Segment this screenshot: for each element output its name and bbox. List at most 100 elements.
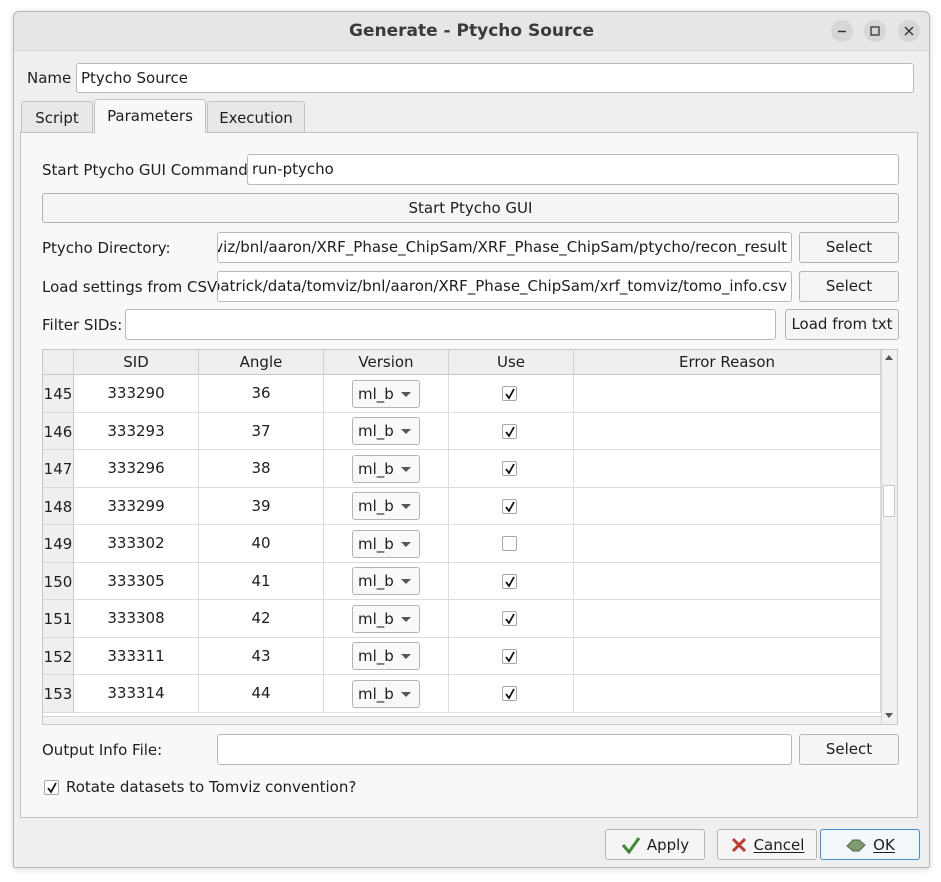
rotate-checkbox[interactable]	[44, 780, 59, 795]
version-dropdown[interactable]: ml_b	[352, 604, 420, 633]
cell-sid[interactable]: 333293	[74, 412, 199, 450]
cancel-label: Cancel	[753, 835, 805, 854]
cell-angle[interactable]: 43	[199, 637, 324, 675]
use-checkbox[interactable]	[502, 461, 517, 477]
cell-error-reason[interactable]	[574, 487, 881, 525]
cell-version: ml_b	[324, 375, 449, 413]
cell-sid[interactable]: 333314	[74, 675, 199, 713]
use-checkbox[interactable]	[502, 648, 517, 664]
version-dropdown[interactable]: ml_b	[352, 454, 420, 483]
use-checkbox[interactable]	[502, 498, 517, 514]
cell-angle[interactable]: 39	[199, 487, 324, 525]
load-from-txt-button[interactable]: Load from txt	[785, 309, 899, 340]
tab-execution[interactable]: Execution	[207, 101, 305, 133]
chevron-down-icon	[401, 654, 411, 660]
chevron-down-icon	[401, 466, 411, 472]
cell-angle[interactable]: 41	[199, 562, 324, 600]
row-number[interactable]: 152	[43, 637, 74, 675]
filter-sids-field[interactable]	[125, 309, 776, 340]
row-number[interactable]: 149	[43, 525, 74, 563]
use-checkbox[interactable]	[502, 386, 517, 402]
column-header-use[interactable]: Use	[449, 350, 574, 375]
version-dropdown[interactable]: ml_b	[352, 567, 420, 596]
version-value: ml_b	[358, 534, 394, 553]
version-dropdown[interactable]: ml_b	[352, 642, 420, 671]
row-number[interactable]: 146	[43, 412, 74, 450]
scrollbar-thumb[interactable]	[883, 485, 895, 517]
start-command-field[interactable]: run-ptycho	[247, 154, 899, 185]
cell-sid[interactable]: 333290	[74, 375, 199, 413]
scroll-down-icon[interactable]	[882, 710, 896, 722]
csv-field[interactable]: me/patrick/data/tomviz/bnl/aaron/XRF_Pha…	[217, 271, 792, 302]
ok-button[interactable]: OK	[820, 829, 920, 860]
column-header-angle[interactable]: Angle	[199, 350, 324, 375]
column-header-sid[interactable]: SID	[74, 350, 199, 375]
minimize-button[interactable]	[831, 20, 853, 42]
cell-sid[interactable]: 333308	[74, 600, 199, 638]
cell-angle[interactable]: 42	[199, 600, 324, 638]
row-number[interactable]: 147	[43, 450, 74, 488]
version-value: ml_b	[358, 422, 394, 441]
version-dropdown[interactable]: ml_b	[352, 492, 420, 521]
close-button[interactable]	[898, 20, 920, 42]
cell-sid[interactable]: 333299	[74, 487, 199, 525]
version-dropdown[interactable]: ml_b	[352, 417, 420, 446]
cell-error-reason[interactable]	[574, 450, 881, 488]
cell-angle[interactable]: 36	[199, 375, 324, 413]
title-bar[interactable]: Generate - Ptycho Source	[14, 12, 929, 51]
checkmark-icon	[505, 613, 515, 625]
tab-parameters[interactable]: Parameters	[94, 99, 206, 133]
ptycho-directory-field[interactable]: tomviz/bnl/aaron/XRF_Phase_ChipSam/XRF_P…	[217, 232, 792, 263]
scroll-up-icon[interactable]	[882, 352, 896, 364]
use-checkbox[interactable]	[502, 611, 517, 627]
cell-sid[interactable]: 333302	[74, 525, 199, 563]
table-corner	[43, 350, 74, 375]
row-number[interactable]: 145	[43, 375, 74, 413]
table-horizontal-scrollbar[interactable]	[43, 716, 881, 724]
csv-label: Load settings from CSV:	[42, 278, 222, 296]
tab-script[interactable]: Script	[21, 101, 93, 133]
select-csv-button[interactable]: Select	[799, 271, 899, 302]
select-output-button[interactable]: Select	[799, 734, 899, 765]
column-header-error-reason[interactable]: Error Reason	[574, 350, 881, 375]
cell-angle[interactable]: 40	[199, 525, 324, 563]
cancel-button[interactable]: Cancel	[717, 829, 817, 860]
column-header-version[interactable]: Version	[324, 350, 449, 375]
version-value: ml_b	[358, 572, 394, 591]
cell-angle[interactable]: 44	[199, 675, 324, 713]
cell-error-reason[interactable]	[574, 600, 881, 638]
cell-error-reason[interactable]	[574, 412, 881, 450]
cell-angle[interactable]: 37	[199, 412, 324, 450]
row-number[interactable]: 153	[43, 675, 74, 713]
checkmark-icon	[621, 836, 641, 854]
use-checkbox[interactable]	[502, 536, 517, 552]
checkmark-icon	[505, 463, 515, 475]
row-number[interactable]: 151	[43, 600, 74, 638]
cell-sid[interactable]: 333311	[74, 637, 199, 675]
maximize-button[interactable]	[864, 20, 886, 42]
cell-error-reason[interactable]	[574, 637, 881, 675]
cell-error-reason[interactable]	[574, 562, 881, 600]
row-number[interactable]: 150	[43, 562, 74, 600]
cell-error-reason[interactable]	[574, 375, 881, 413]
cell-error-reason[interactable]	[574, 525, 881, 563]
use-checkbox[interactable]	[502, 573, 517, 589]
version-dropdown[interactable]: ml_b	[352, 679, 420, 708]
cell-error-reason[interactable]	[574, 675, 881, 713]
use-checkbox[interactable]	[502, 423, 517, 439]
row-number[interactable]: 148	[43, 487, 74, 525]
cell-sid[interactable]: 333296	[74, 450, 199, 488]
name-field[interactable]: Ptycho Source	[76, 63, 914, 93]
cell-sid[interactable]: 333305	[74, 562, 199, 600]
cell-angle[interactable]: 38	[199, 450, 324, 488]
version-dropdown[interactable]: ml_b	[352, 379, 420, 408]
select-ptycho-directory-button[interactable]: Select	[799, 232, 899, 263]
use-checkbox[interactable]	[502, 686, 517, 702]
ptycho-directory-label: Ptycho Directory:	[42, 239, 171, 257]
output-info-field[interactable]	[217, 734, 792, 765]
version-value: ml_b	[358, 497, 394, 516]
start-ptycho-gui-button[interactable]: Start Ptycho GUI	[42, 193, 899, 223]
apply-button[interactable]: Apply	[605, 829, 705, 860]
table-vertical-scrollbar[interactable]	[881, 350, 897, 724]
version-dropdown[interactable]: ml_b	[352, 529, 420, 558]
